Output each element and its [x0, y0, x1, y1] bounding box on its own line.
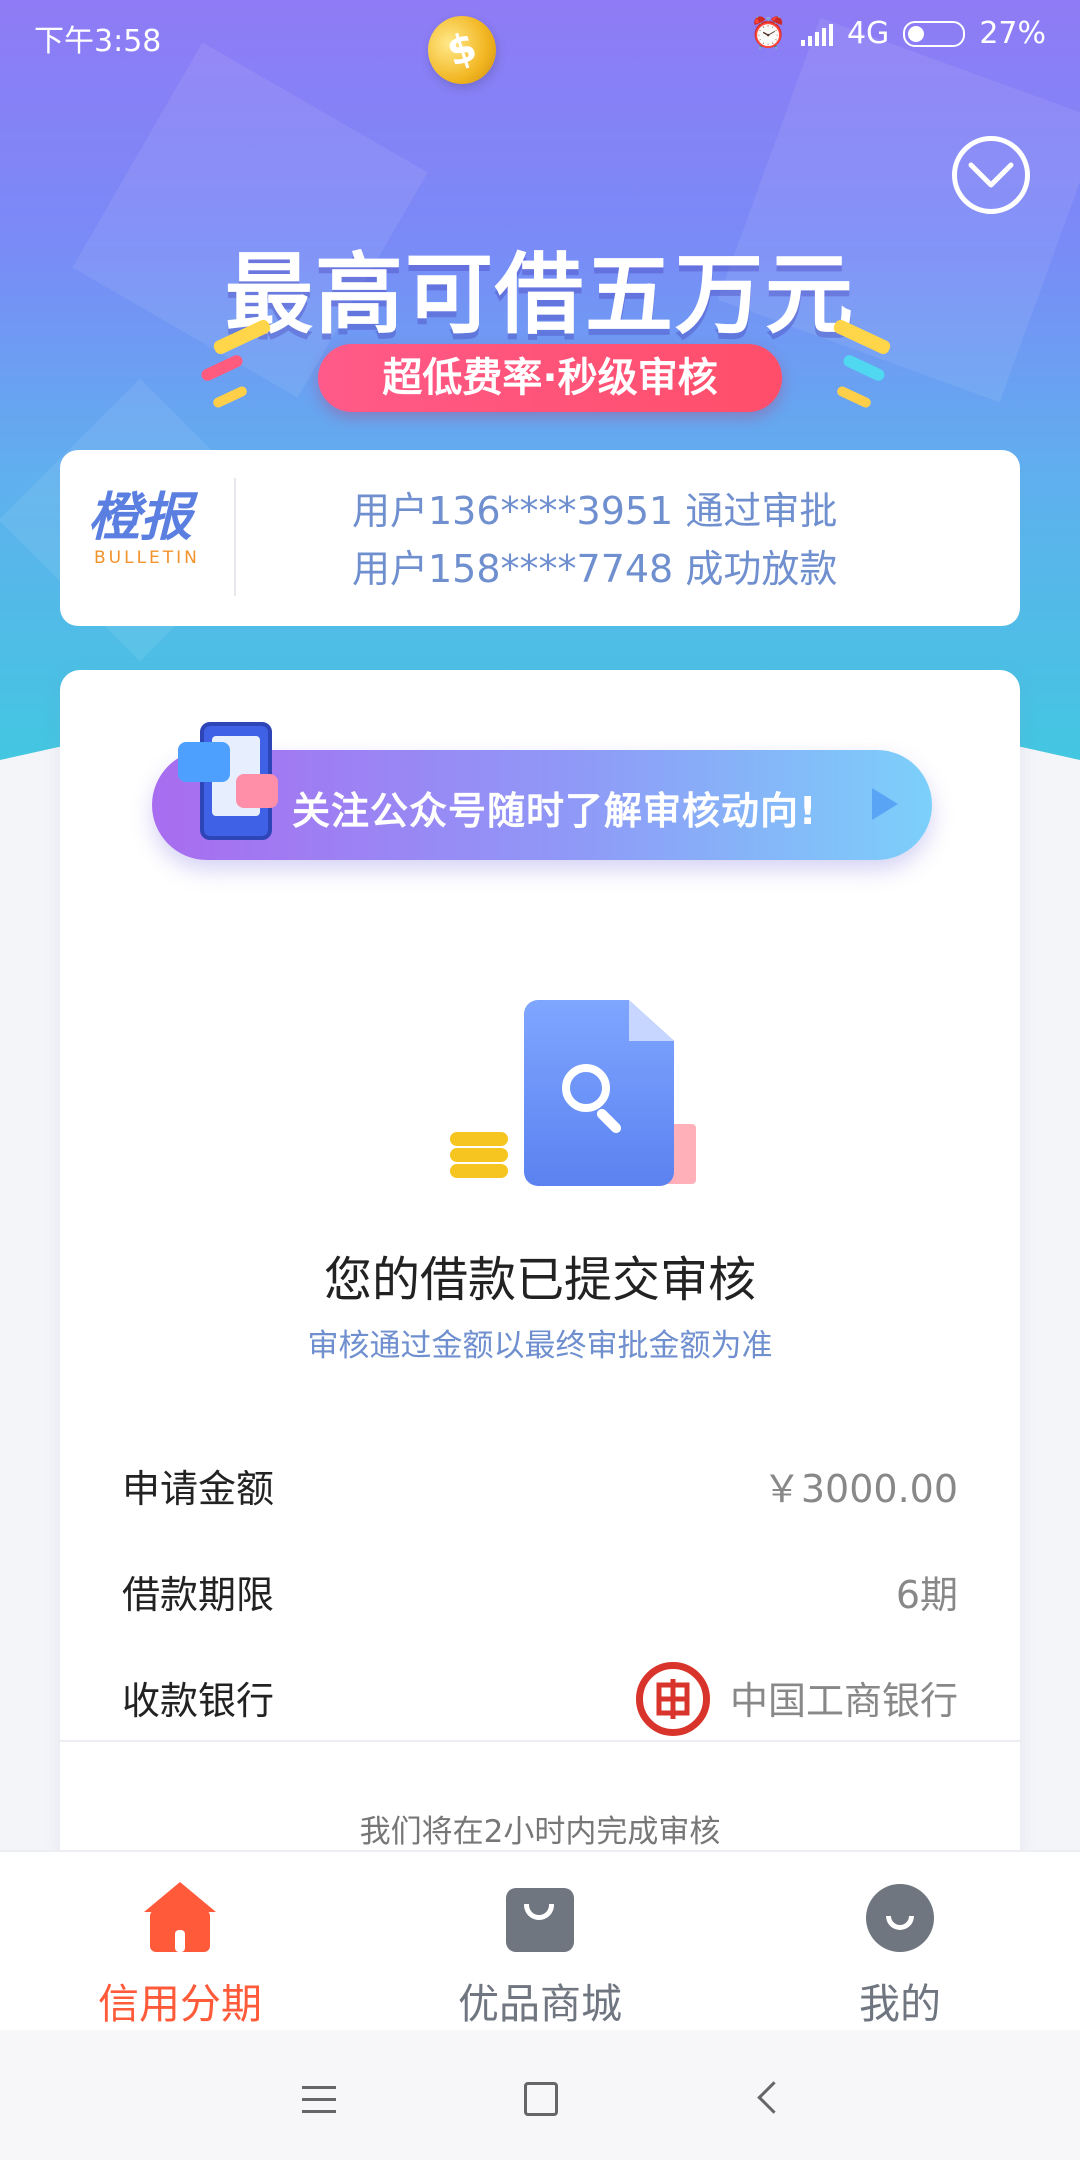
network-type: 4G: [846, 16, 890, 51]
system-nav-bar: [0, 2030, 1080, 2160]
detail-value: 6期: [895, 1573, 958, 1617]
divider: [60, 1740, 1020, 1742]
document-search-illustration: [430, 1000, 696, 1200]
chat-bubble-icon: [178, 742, 230, 782]
alarm-icon: ⏰: [749, 16, 787, 51]
icbc-logo-icon: [636, 1662, 710, 1736]
detail-label: 收款银行: [122, 1679, 275, 1723]
divider: [234, 478, 236, 596]
review-subtitle: 审核通过金额以最终审批金额为准: [307, 1328, 773, 1364]
tab-label: 优品商城: [458, 1980, 622, 2028]
battery-icon: [903, 20, 966, 47]
bulletin-card: 橙报 BULLETIN 用户136****3951 通过审批 用户158****…: [60, 450, 1020, 626]
review-eta: 我们将在2小时内完成审核: [359, 1814, 721, 1850]
magnifier-icon: [562, 1064, 610, 1112]
bulletin-logo-cn: 橙报: [88, 488, 193, 548]
menu-icon[interactable]: [302, 2086, 336, 2122]
follow-banner-text: 关注公众号随时了解审核动向!: [292, 789, 818, 833]
tab-mine[interactable]: 我的: [720, 1852, 1080, 2032]
bulletin-logo: 橙报 BULLETIN: [88, 490, 258, 568]
coins-icon: [450, 1132, 508, 1180]
shopping-bag-icon: [502, 1882, 578, 1958]
tab-mall[interactable]: 优品商城: [360, 1852, 720, 2032]
signal-icon: [800, 22, 833, 46]
home-button-icon[interactable]: [524, 2082, 558, 2116]
status-bar: 下午3:58 ⏰ 4G 27%: [0, 0, 1080, 66]
bulletin-line: 用户158****7748 成功放款: [352, 547, 838, 591]
bulletin-messages: 用户136****3951 通过审批 用户158****7748 成功放款: [352, 482, 837, 598]
chat-bubble-icon: [236, 774, 278, 808]
play-arrow-icon: [872, 788, 898, 820]
detail-label: 借款期限: [122, 1573, 275, 1617]
status-icons: ⏰ 4G 27%: [750, 16, 1046, 51]
home-icon: [142, 1882, 218, 1958]
bulletin-line: 用户136****3951 通过审批: [352, 489, 838, 533]
battery-level: 27%: [979, 16, 1046, 51]
detail-value: 中国工商银行: [729, 1679, 958, 1723]
status-time: 下午3:58: [34, 24, 162, 59]
message-icon[interactable]: [952, 136, 1030, 214]
review-title: 您的借款已提交审核: [323, 1252, 756, 1308]
review-card: 关注公众号随时了解审核动向! 您的借款已提交审核 审核通过金额以最终审批金额为准…: [60, 670, 1020, 1870]
detail-row-term: 借款期限 6期: [122, 1564, 958, 1624]
detail-row-amount: 申请金额 ￥3000.00: [122, 1458, 958, 1518]
detail-value: ￥3000.00: [762, 1467, 958, 1511]
tab-label: 我的: [859, 1980, 941, 2028]
tab-label: 信用分期: [98, 1980, 262, 2028]
detail-label: 申请金额: [122, 1467, 275, 1511]
back-icon[interactable]: [757, 2081, 790, 2114]
bottom-tab-bar: 信用分期 优品商城 我的: [0, 1850, 1080, 2032]
tab-credit-installment[interactable]: 信用分期: [0, 1852, 360, 2032]
user-icon: [862, 1882, 938, 1958]
detail-row-bank: 收款银行 中国工商银行: [122, 1662, 958, 1736]
tagline-pill: 超低费率·秒级审核: [318, 344, 782, 412]
hero-title: 最高可借五万元: [224, 243, 855, 346]
